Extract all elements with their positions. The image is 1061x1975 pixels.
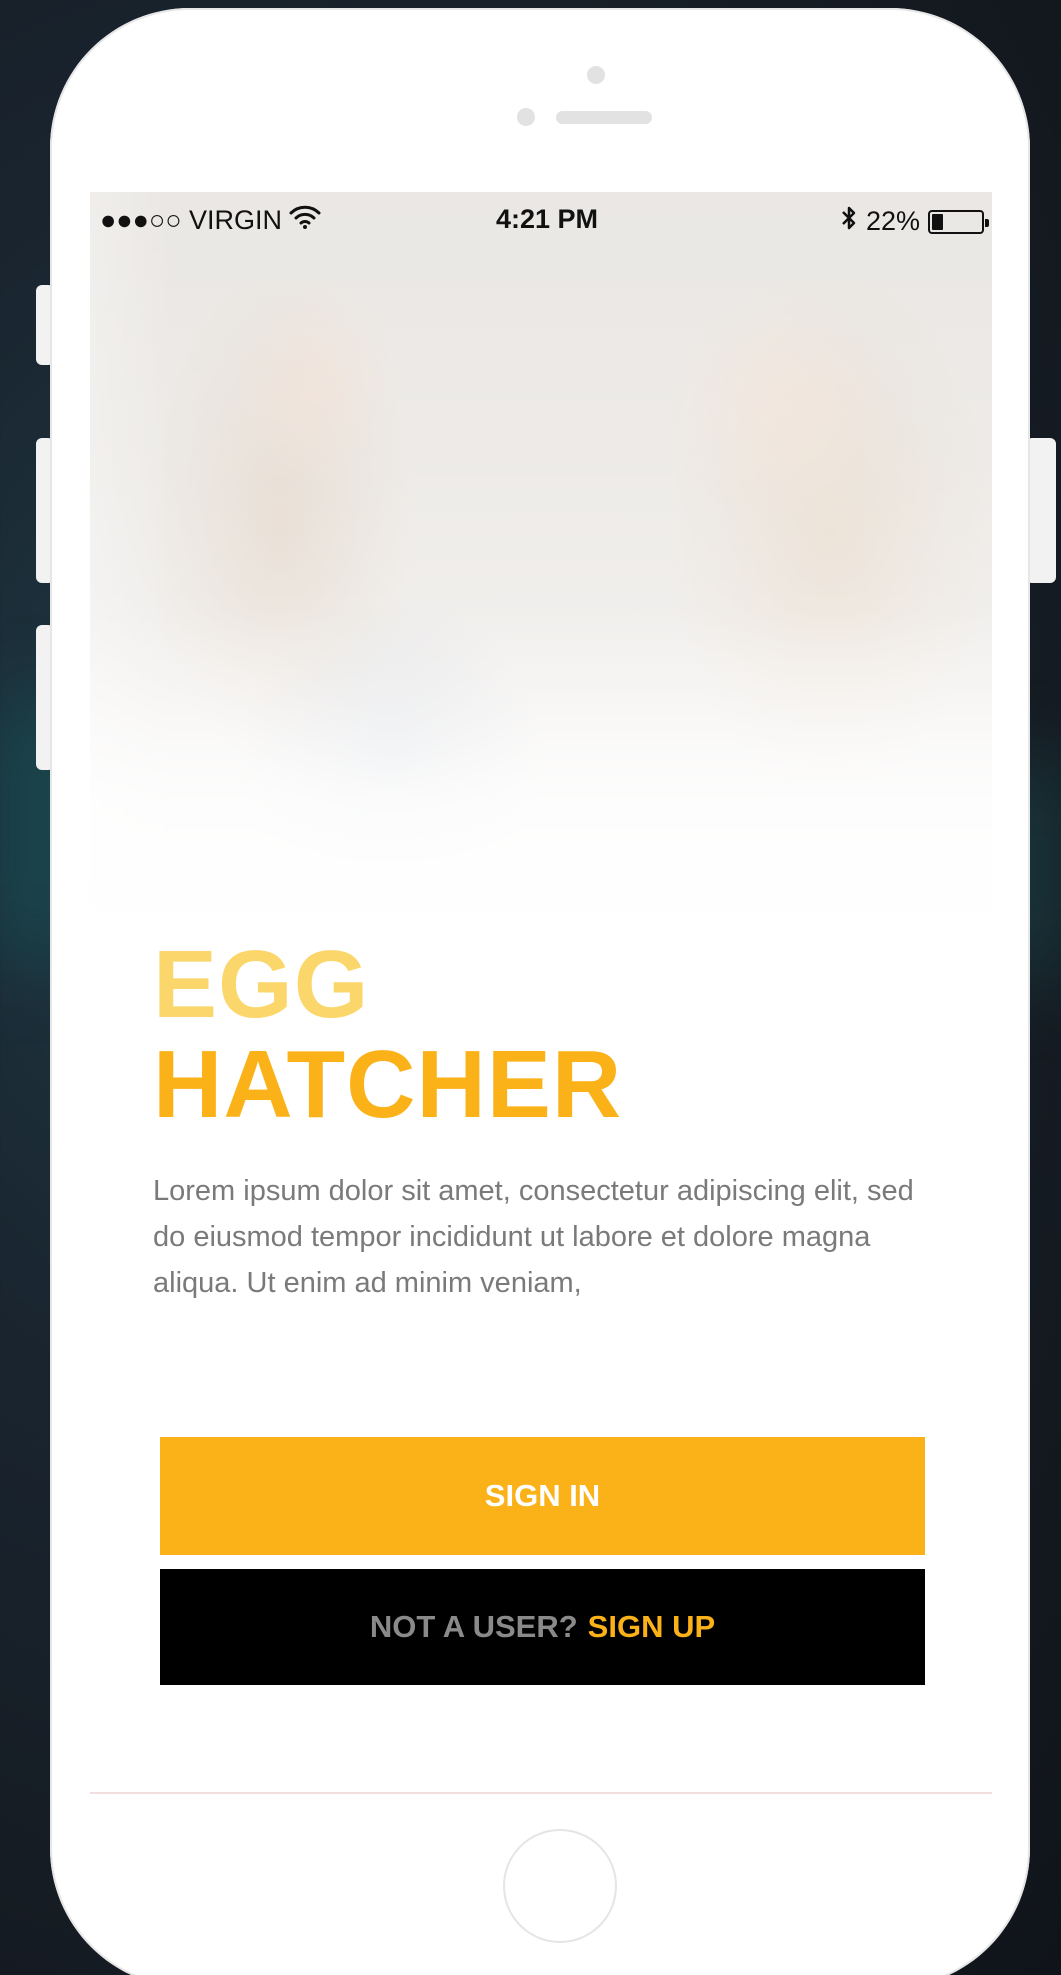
sign-up-link[interactable]: SIGN UP [588,1609,715,1645]
power-button [1026,438,1056,583]
battery-icon [928,209,989,234]
app-title-line-2: HATCHER [153,1031,623,1138]
battery-fill [932,213,943,230]
status-left: ●●●○○ VIRGIN [100,204,322,237]
bluetooth-icon [840,204,858,239]
status-time: 4:21 PM [495,204,599,234]
app-title-line-1: EGG [153,931,370,1038]
earpiece-speaker [556,111,652,124]
app-description: Lorem ipsum dolor sit amet, consectetur … [153,1175,914,1299]
battery-percent: 22% [865,206,920,236]
wifi-icon [288,204,322,237]
screen-bottom-edge [90,1792,992,1794]
status-right: 22% [840,204,989,239]
sign-in-button[interactable]: SIGN IN [160,1437,925,1555]
hero-photo-fade [90,192,992,952]
sign-up-prompt: NOT A USER? [369,1609,578,1644]
app-screen: ●●●○○ VIRGIN 4:21 PM 22% EGG HATCHER Lor… [90,192,992,1792]
front-camera [587,66,605,84]
sign-up-button[interactable]: NOT A USER? SIGN UP [160,1569,925,1685]
carrier-label: ●●●○○ VIRGIN [100,205,283,235]
home-button[interactable] [503,1829,617,1943]
proximity-sensor [517,108,535,126]
status-bar: ●●●○○ VIRGIN 4:21 PM 22% [90,192,992,244]
battery-tip [985,218,989,227]
